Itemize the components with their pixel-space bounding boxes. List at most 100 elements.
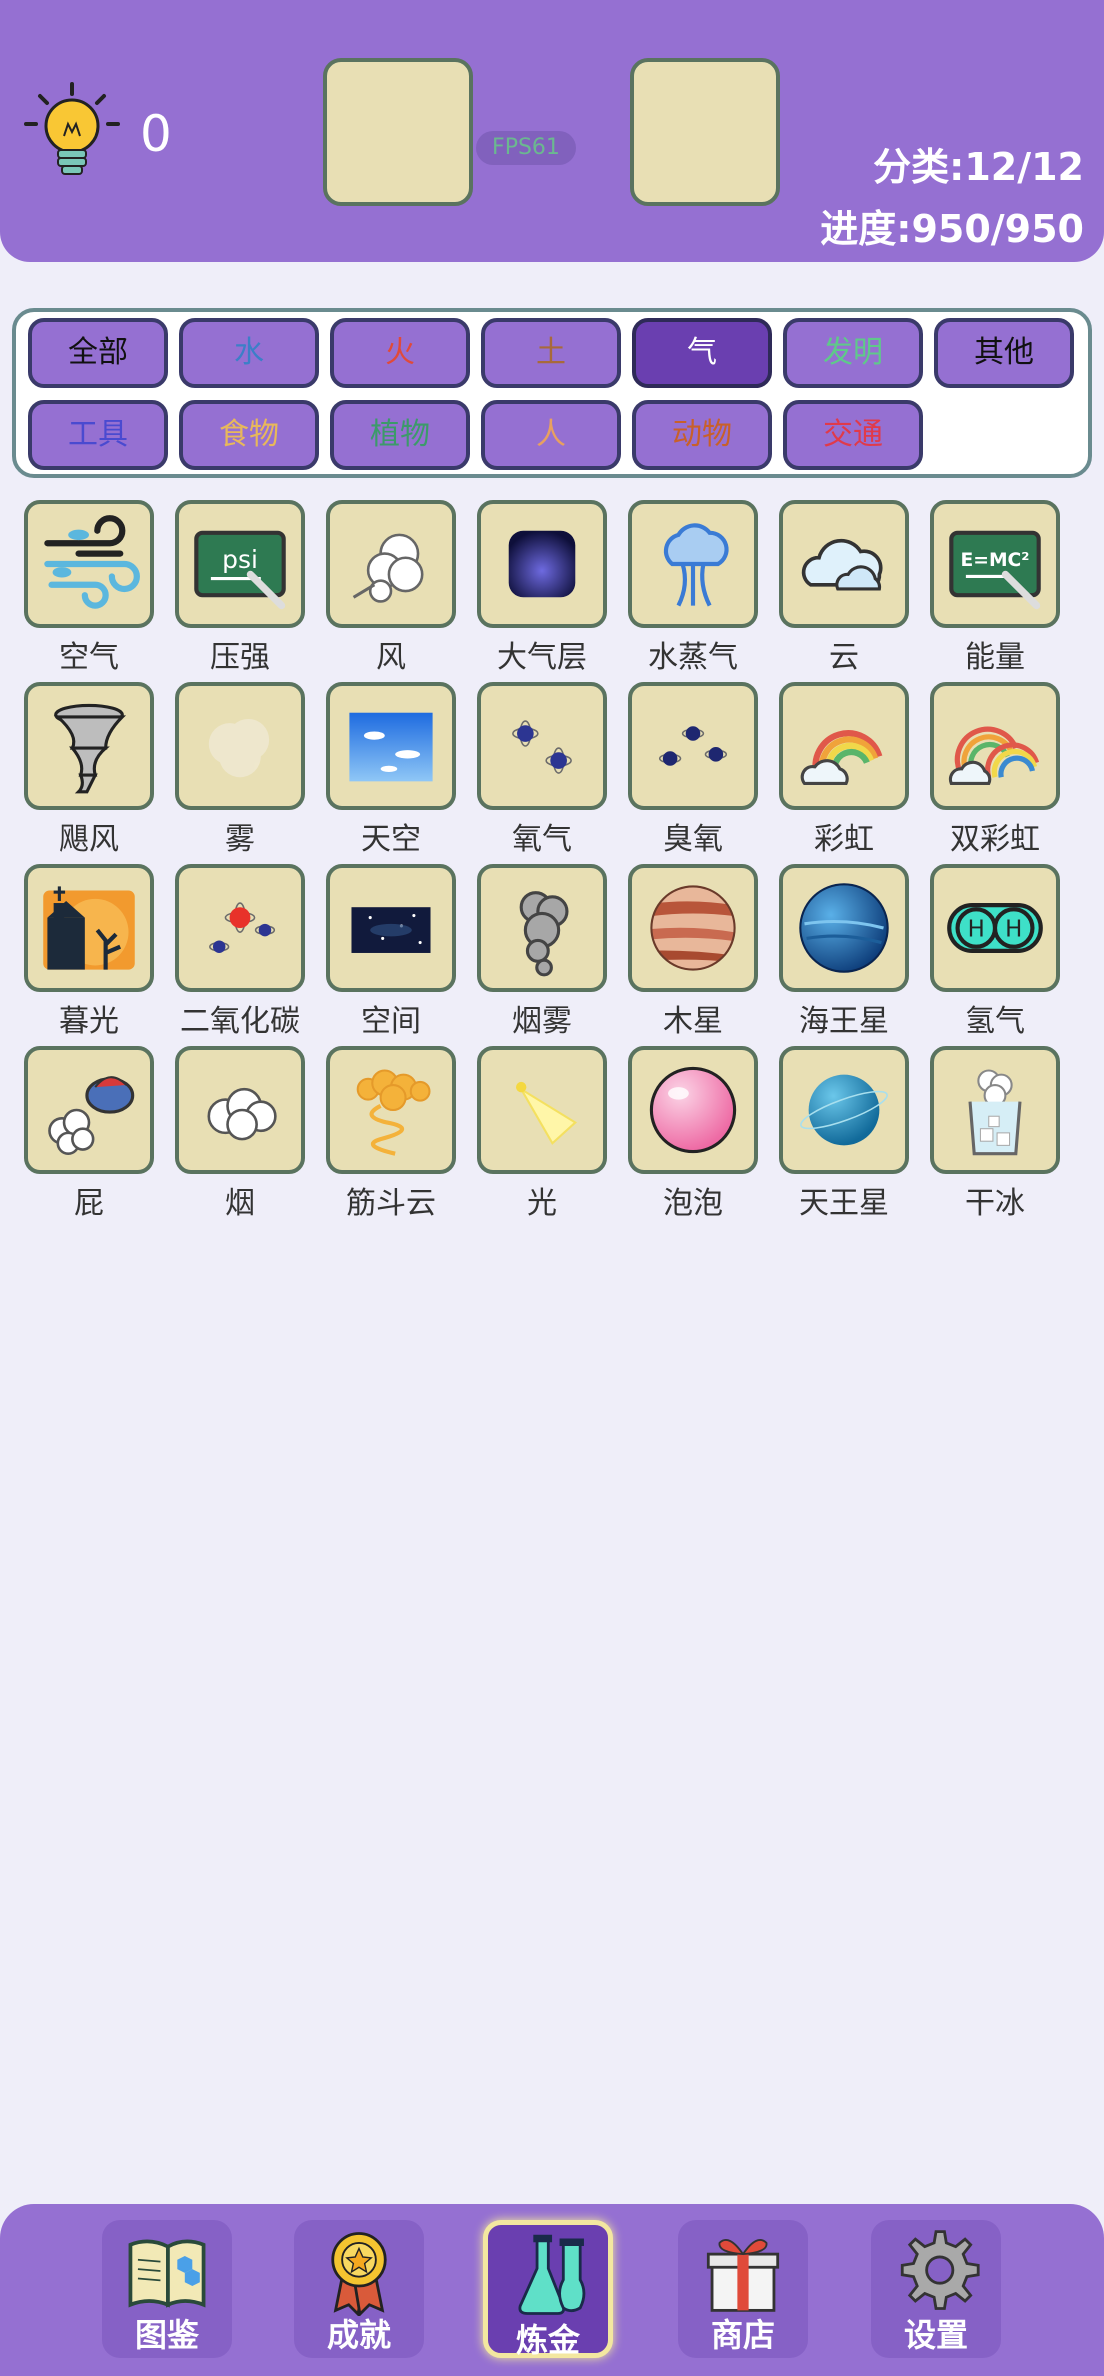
filter-tab[interactable]: 交通 <box>783 400 923 470</box>
filter-tab[interactable]: 气 <box>632 318 772 388</box>
space-icon <box>351 907 431 953</box>
element-label: 氢气 <box>965 1004 1025 1039</box>
combine-slot-right[interactable] <box>630 58 780 206</box>
element-tile[interactable] <box>24 682 154 810</box>
element-item[interactable]: 海王星 <box>779 864 909 1040</box>
element-tile[interactable] <box>779 682 909 810</box>
emc2-board-icon: E=MC² <box>949 530 1041 610</box>
element-item[interactable]: 暮光 <box>24 864 154 1040</box>
element-tile[interactable] <box>24 500 154 628</box>
filter-tab[interactable]: 土 <box>481 318 621 388</box>
element-tile[interactable] <box>779 1046 909 1174</box>
filter-tab[interactable]: 火 <box>330 318 470 388</box>
element-tile[interactable] <box>930 1046 1060 1174</box>
element-item[interactable]: H H 氢气 <box>930 864 1060 1040</box>
category-filter-panel: 全部水火土气发明 其他工具 食物 植物人动物 交通 <box>12 308 1092 478</box>
nav-label: 成就 <box>326 2316 391 2354</box>
element-label: 空间 <box>361 1004 421 1039</box>
element-tile[interactable] <box>779 500 909 628</box>
element-item[interactable]: 筋斗云 <box>326 1046 456 1222</box>
element-tile[interactable] <box>628 1046 758 1174</box>
svg-text:E=MC²: E=MC² <box>961 550 1030 571</box>
element-item[interactable]: 雾 <box>175 682 305 858</box>
nav-book-button[interactable]: 图鉴 <box>102 2220 232 2358</box>
element-tile[interactable]: E=MC² <box>930 500 1060 628</box>
lightbulb-hint-icon[interactable] <box>22 80 122 184</box>
filter-tab[interactable]: 全部 <box>28 318 168 388</box>
nav-gear-button[interactable]: 设置 <box>871 2220 1001 2358</box>
fart-icon <box>48 1076 135 1155</box>
element-item[interactable]: 干冰 <box>930 1046 1060 1222</box>
element-tile[interactable] <box>477 682 607 810</box>
element-tile[interactable] <box>175 864 305 992</box>
element-tile[interactable] <box>477 1046 607 1174</box>
element-item[interactable]: 光 <box>477 1046 607 1222</box>
nav-label: 炼金 <box>515 2321 580 2359</box>
element-label: 烟雾 <box>512 1004 572 1039</box>
element-item[interactable]: 屁 <box>24 1046 154 1222</box>
element-item[interactable]: 双彩虹 <box>930 682 1060 858</box>
filter-tab[interactable]: 其他 <box>934 318 1074 388</box>
element-tile[interactable] <box>779 864 909 992</box>
element-tile[interactable]: HH <box>930 864 1060 992</box>
element-item[interactable]: 烟 <box>175 1046 305 1222</box>
element-item[interactable]: 风 <box>326 500 456 676</box>
element-item[interactable]: 彩虹 <box>779 682 909 858</box>
element-item[interactable]: 木星 <box>628 864 758 1040</box>
element-item[interactable]: 泡泡 <box>628 1046 758 1222</box>
element-label: 木星 <box>663 1004 723 1039</box>
element-label: 臭氧 <box>663 822 723 857</box>
element-tile[interactable] <box>628 500 758 628</box>
filter-tab[interactable]: 植物 <box>330 400 470 470</box>
element-item[interactable]: 飓风 <box>24 682 154 858</box>
filter-tab[interactable]: 水 <box>179 318 319 388</box>
element-tile[interactable] <box>326 1046 456 1174</box>
element-tile[interactable]: psi <box>175 500 305 628</box>
element-tile[interactable] <box>477 500 607 628</box>
element-tile[interactable] <box>477 864 607 992</box>
combine-slot-left[interactable] <box>323 58 473 206</box>
element-label: 云 <box>829 640 859 675</box>
element-item[interactable]: 水蒸气 <box>628 500 758 676</box>
fps-counter: FPS61 <box>476 131 576 165</box>
filter-tab[interactable]: 工具 <box>28 400 168 470</box>
element-item[interactable]: 二氧化碳 <box>175 864 305 1040</box>
element-item[interactable]: 空气 <box>24 500 154 676</box>
element-tile[interactable] <box>175 682 305 810</box>
element-tile[interactable] <box>24 1046 154 1174</box>
element-tile[interactable] <box>930 682 1060 810</box>
element-item[interactable]: 氧气 <box>477 682 607 858</box>
psi-board-icon: psi <box>194 530 286 610</box>
filter-tab[interactable]: 人 <box>481 400 621 470</box>
nav-flask-button[interactable]: 炼金 <box>483 2220 613 2359</box>
element-item[interactable]: 天空 <box>326 682 456 858</box>
element-item[interactable]: 云 <box>779 500 909 676</box>
element-item[interactable]: psi 压强 <box>175 500 305 676</box>
element-tile[interactable] <box>326 500 456 628</box>
element-item[interactable]: 天王星 <box>779 1046 909 1222</box>
element-label: 暮光 <box>59 1004 119 1039</box>
svg-text:H: H <box>1005 916 1022 942</box>
nav-gift-button[interactable]: 商店 <box>678 2220 808 2358</box>
element-tile[interactable] <box>628 864 758 992</box>
element-tile[interactable] <box>175 1046 305 1174</box>
element-item[interactable]: 大气层 <box>477 500 607 676</box>
hint-count: 0 <box>140 105 172 163</box>
element-item[interactable]: E=MC² 能量 <box>930 500 1060 676</box>
filter-tab[interactable]: 发明 <box>783 318 923 388</box>
element-tile[interactable] <box>628 682 758 810</box>
element-tile[interactable] <box>326 864 456 992</box>
element-label: 飓风 <box>59 822 119 857</box>
filter-tab[interactable]: 动物 <box>632 400 772 470</box>
element-item[interactable]: 烟雾 <box>477 864 607 1040</box>
element-tile[interactable] <box>326 682 456 810</box>
ozone-icon <box>658 726 728 766</box>
nav-medal-button[interactable]: 成就 <box>294 2220 424 2358</box>
element-item[interactable]: 臭氧 <box>628 682 758 858</box>
element-tile[interactable] <box>24 864 154 992</box>
element-label: 二氧化碳 <box>180 1004 300 1039</box>
element-label: 氧气 <box>512 822 572 857</box>
element-item[interactable]: 空间 <box>326 864 456 1040</box>
light-icon <box>516 1081 578 1145</box>
filter-tab[interactable]: 食物 <box>179 400 319 470</box>
